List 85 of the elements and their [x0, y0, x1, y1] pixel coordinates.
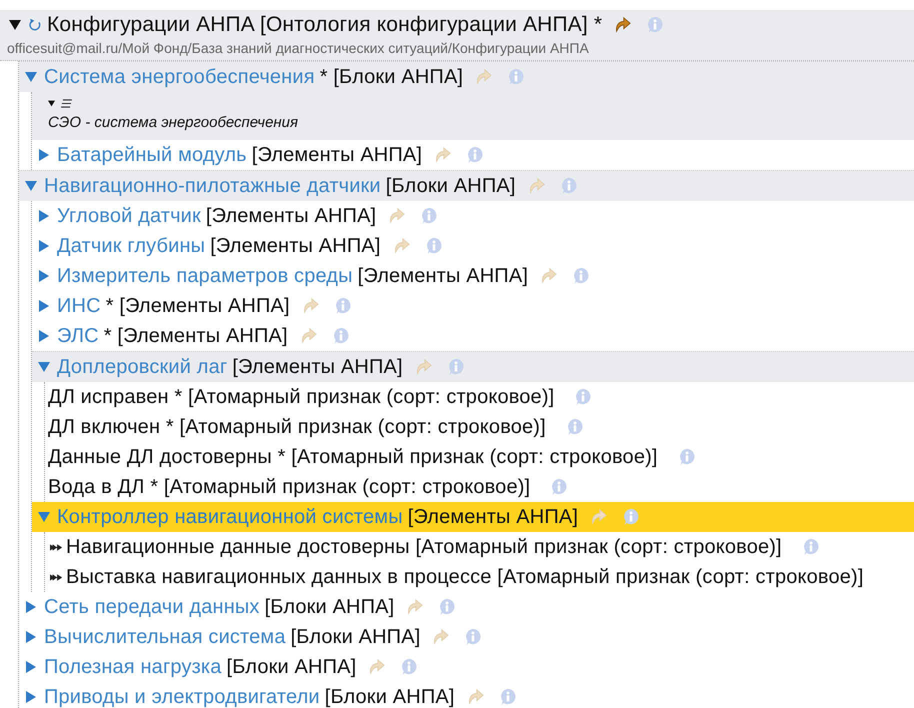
tree-row[interactable]: Вычислительная система [Блоки АНПА]: [19, 622, 914, 652]
expand-icon[interactable]: [25, 601, 37, 613]
info-icon[interactable]: [466, 146, 484, 164]
collapse-icon[interactable]: [48, 100, 55, 106]
tree-row[interactable]: Приводы и электродвигатели [Блоки АНПА]: [19, 682, 914, 708]
attribute-label: Данные ДЛ достоверны * [Атомарный признак (сорт: строковое)]: [48, 446, 658, 468]
node-name[interactable]: Измеритель параметров среды: [57, 264, 353, 288]
ontology-title: Конфигурации АНПА: [47, 13, 255, 37]
tree-row[interactable]: Датчик глубины [Элементы АНПА]: [32, 231, 914, 261]
info-icon[interactable]: [332, 327, 350, 345]
tree-row[interactable]: ИНС * [Элементы АНПА]: [32, 291, 914, 321]
node-name[interactable]: Приводы и электродвигатели: [44, 686, 320, 708]
tree-row[interactable]: Система энергообеспечения * [Блоки АНПА]: [19, 61, 914, 92]
info-icon[interactable]: [507, 68, 526, 86]
tree-row[interactable]: Сеть передачи данных [Блоки АНПА]: [19, 592, 914, 622]
expand-icon[interactable]: [38, 149, 50, 161]
expand-icon[interactable]: [38, 330, 50, 342]
info-icon[interactable]: [678, 448, 696, 466]
node-name[interactable]: Датчик глубины: [57, 234, 206, 258]
tree-row[interactable]: Доплеровский лаг [Элементы АНПА]: [32, 351, 914, 382]
attribute-label: ДЛ включен * [Атомарный признак (сорт: строковое)]: [48, 416, 546, 438]
attribute-label: Навигационные данные достоверны [Атомарный признак (сорт: строковое)]: [66, 536, 782, 558]
tree-row[interactable]: ЭЛС * [Элементы АНПА]: [32, 321, 914, 351]
node-type: [Блоки АНПА]: [264, 596, 394, 618]
node-type: [Блоки АНПА]: [290, 626, 420, 648]
node-type: * [Блоки АНПА]: [320, 66, 464, 88]
node-type: [Блоки АНПА]: [226, 656, 356, 678]
collapse-icon[interactable]: [9, 19, 21, 31]
node-type: [Блоки АНПА]: [386, 174, 516, 198]
node-name[interactable]: Вычислительная система: [44, 626, 286, 648]
info-icon[interactable]: [802, 538, 820, 556]
expand-icon[interactable]: [25, 691, 37, 703]
reload-icon[interactable]: [28, 18, 42, 32]
expand-icon[interactable]: [38, 240, 50, 252]
expand-icon[interactable]: [25, 631, 37, 643]
attribute-label: Вода в ДЛ * [Атомарный признак (сорт: строковое)]: [48, 476, 530, 498]
info-icon[interactable]: [498, 688, 517, 706]
arrow-icon: [50, 572, 62, 582]
tree-row[interactable]: Полезная нагрузка [Блоки АНПА]: [19, 652, 914, 682]
node-type: * [Элементы АНПА]: [106, 294, 290, 318]
node-type: [Блоки АНПА]: [324, 686, 455, 708]
info-icon[interactable]: [438, 598, 456, 616]
info-icon[interactable]: [446, 358, 465, 376]
info-icon[interactable]: [550, 478, 568, 496]
arrow-icon: [50, 542, 62, 552]
list-icon[interactable]: [61, 98, 72, 108]
node-type: [Элементы АНПА]: [210, 234, 381, 258]
info-icon[interactable]: [572, 267, 590, 285]
node-type: * [Элементы АНПА]: [104, 324, 288, 348]
ontology-type: [Онтология конфигурации АНПА] *: [260, 13, 602, 37]
info-icon[interactable]: [424, 237, 443, 255]
info-icon[interactable]: [464, 628, 482, 646]
description-text: СЭО - система энергообеспечения: [48, 114, 300, 133]
info-icon[interactable]: [334, 297, 352, 315]
tree-row[interactable]: Батарейный модуль [Элементы АНПА]: [32, 140, 914, 170]
node-name[interactable]: ИНС: [57, 294, 101, 318]
attribute-label: ДЛ исправен * [Атомарный признак (сорт: строковое)]: [48, 386, 554, 408]
node-type: [Элементы АНПА]: [252, 144, 422, 166]
info-icon[interactable]: [400, 658, 418, 676]
node-type: [Элементы АНПА]: [232, 356, 403, 378]
expand-icon[interactable]: [38, 270, 50, 282]
tree-row[interactable]: Измеритель параметров среды [Элементы АНПА]: [32, 261, 914, 291]
node-type: [Элементы АНПА]: [408, 506, 578, 528]
curved-arrow-icon[interactable]: [613, 16, 632, 34]
breadcrumb-path: officesuit@mail.ru/Мой Фонд/База знаний диагностических ситуаций/Конфигурации АНПА: [7, 40, 590, 58]
info-icon[interactable]: [560, 177, 578, 195]
node-type: [Элементы АНПА]: [206, 204, 376, 228]
info-icon[interactable]: [566, 418, 584, 436]
expand-icon[interactable]: [38, 210, 50, 222]
info-icon[interactable]: [646, 16, 664, 34]
node-name[interactable]: Полезная нагрузка: [44, 656, 222, 678]
tree-row[interactable]: Контроллер навигационной системы [Элементы АНПА]: [32, 502, 914, 532]
tree-row[interactable]: Угловой датчик [Элементы АНПА]: [32, 201, 914, 231]
attribute-label: Выставка навигационных данных в процессе [Атомарный признак (сорт: строковое)]: [66, 566, 864, 588]
node-name[interactable]: Сеть передачи данных: [44, 596, 260, 618]
info-icon[interactable]: [420, 207, 438, 225]
tree-row[interactable]: Навигационно-пилотажные датчики [Блоки АНПА]: [19, 170, 914, 201]
node-name[interactable]: Угловой датчик: [57, 204, 201, 228]
node-name[interactable]: ЭЛС: [57, 324, 99, 348]
expand-icon[interactable]: [25, 661, 37, 673]
info-icon[interactable]: [574, 388, 592, 406]
node-type: [Элементы АНПА]: [358, 264, 528, 288]
node-name[interactable]: Батарейный модуль: [57, 144, 247, 166]
expand-icon[interactable]: [38, 300, 50, 312]
info-icon[interactable]: [622, 508, 640, 526]
